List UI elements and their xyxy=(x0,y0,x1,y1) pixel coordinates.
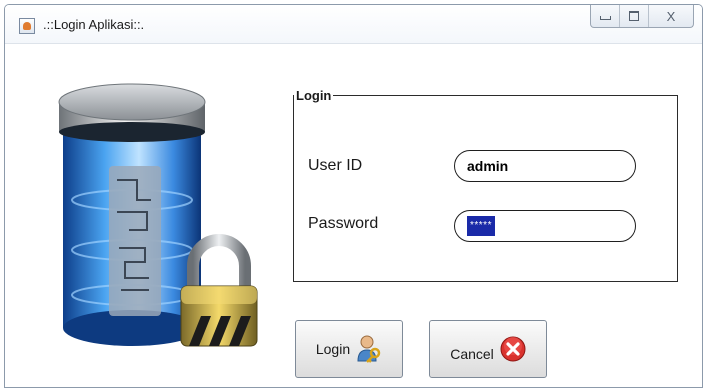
client-area: Login User ID admin Password ***** Login… xyxy=(5,44,702,387)
login-groupbox: Login User ID admin Password ***** xyxy=(293,88,678,282)
title-bar[interactable]: .::Login Aplikasi::. X xyxy=(5,5,702,44)
window-controls: X xyxy=(590,5,694,28)
close-button[interactable]: X xyxy=(649,5,693,27)
password-value: ***** xyxy=(467,216,495,236)
login-button-label: Login xyxy=(315,341,351,357)
cancel-button[interactable]: Cancel xyxy=(429,320,547,378)
password-label: Password xyxy=(308,215,379,232)
maximize-button[interactable] xyxy=(620,5,649,27)
close-icon: X xyxy=(666,8,676,24)
minimize-button[interactable] xyxy=(591,5,620,27)
window-title: .::Login Aplikasi::. xyxy=(43,17,145,32)
login-window: .::Login Aplikasi::. X Login User ID adm… xyxy=(4,4,703,388)
user-id-input[interactable]: admin xyxy=(454,150,636,182)
password-input[interactable]: ***** xyxy=(454,210,636,242)
login-group-title: Login xyxy=(296,88,332,103)
database-lock-icon xyxy=(58,83,258,347)
cancel-button-label: Cancel xyxy=(450,346,494,362)
user-id-label: User ID xyxy=(308,157,363,174)
user-key-icon xyxy=(357,335,381,363)
maximize-icon xyxy=(629,11,639,21)
user-id-value: admin xyxy=(467,158,509,174)
cancel-x-icon xyxy=(500,336,526,362)
login-button[interactable]: Login xyxy=(295,320,403,378)
java-app-icon[interactable] xyxy=(19,18,35,34)
minimize-icon xyxy=(599,16,611,20)
